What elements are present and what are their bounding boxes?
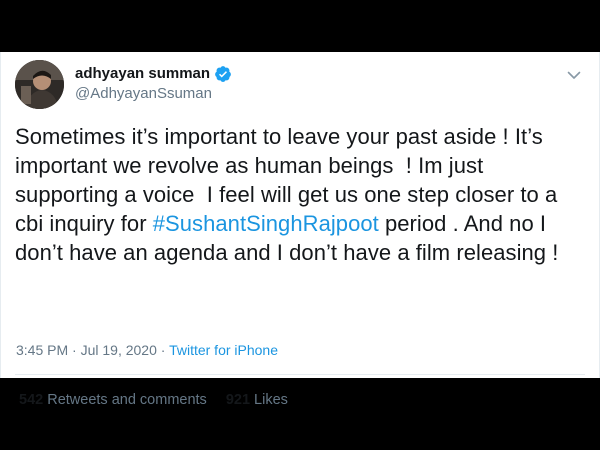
retweets-count: 542 [19, 392, 44, 408]
hashtag-link[interactable]: #SushantSinghRajpoot [153, 211, 379, 236]
engagement-stats: 542 Retweets and comments 921 Likes [19, 391, 288, 409]
avatar[interactable] [15, 60, 64, 109]
verified-badge-icon [214, 65, 232, 83]
chevron-down-icon[interactable] [565, 66, 583, 84]
timestamp[interactable]: 3:45 PM · Jul 19, 2020 · [16, 342, 169, 358]
likes-label: Likes [250, 392, 288, 408]
tweet-meta: 3:45 PM · Jul 19, 2020 · Twitter for iPh… [16, 341, 278, 359]
retweets-stat[interactable]: 542 Retweets and comments [19, 391, 207, 409]
tweet-text-line: important we revolve as human beings ! I… [15, 153, 484, 178]
user-handle[interactable]: @AdhyayanSsuman [75, 85, 212, 103]
retweets-label: Retweets and comments [43, 392, 207, 408]
tweet-text-segment: cbi inquiry for [15, 211, 153, 236]
tweet-text-line: cbi inquiry for #SushantSinghRajpoot per… [15, 209, 593, 238]
likes-count: 921 [225, 392, 251, 408]
display-name[interactable]: adhyayan summan [75, 65, 210, 83]
avatar-image [15, 60, 64, 109]
divider [15, 374, 585, 375]
screenshot-frame: adhyayan summan @AdhyayanSsuman Sometime… [0, 0, 600, 450]
tweet-text-segment: period . And no I [378, 211, 547, 236]
likes-stat[interactable]: 921 Likes [226, 391, 288, 409]
tweet-text-line: supporting a voice I feel will get us on… [15, 182, 558, 207]
source-link[interactable]: Twitter for iPhone [169, 342, 278, 358]
tweet-text: Sometimes it’s important to leave your p… [15, 122, 593, 267]
name-row: adhyayan summan [75, 65, 232, 83]
tweet-card: adhyayan summan @AdhyayanSsuman Sometime… [0, 52, 600, 408]
tweet-text-line: Sometimes it’s important to leave your p… [15, 124, 543, 149]
tweet-text-line: don’t have an agenda and I don’t have a … [15, 240, 559, 265]
